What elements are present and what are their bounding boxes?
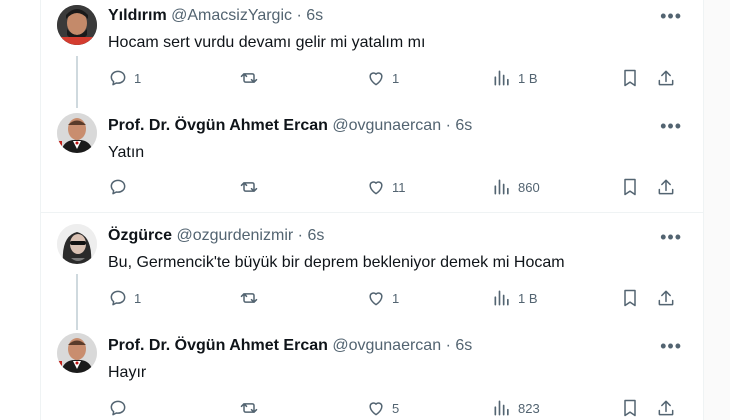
like-button[interactable]: 1: [366, 67, 399, 89]
reply-button[interactable]: [108, 397, 134, 419]
repost-button[interactable]: [239, 287, 265, 309]
action-bar: 1 1 1 B: [108, 67, 684, 89]
reply-icon: [110, 400, 126, 416]
repost-icon: [240, 403, 258, 413]
bookmark-icon: [624, 69, 636, 87]
post-yildirim[interactable]: Yıldırım @AmacsizYargic · 6s ••• Hocam s…: [40, 0, 704, 105]
post-time[interactable]: 6s: [307, 227, 324, 244]
reply-icon: [110, 70, 126, 86]
post-time[interactable]: 6s: [455, 117, 472, 134]
repost-button[interactable]: [239, 67, 265, 89]
share-icon: [658, 70, 674, 86]
reply-icon: [110, 290, 126, 306]
views-icon: [494, 290, 509, 306]
more-options-icon[interactable]: •••: [660, 227, 682, 248]
post-time[interactable]: 6s: [455, 337, 472, 354]
avatar[interactable]: [57, 333, 97, 373]
like-button[interactable]: 5: [366, 397, 399, 419]
like-button[interactable]: 11: [366, 176, 406, 198]
user-handle[interactable]: @ovgunaercan: [332, 337, 441, 354]
display-name[interactable]: Prof. Dr. Övgün Ahmet Ercan: [108, 337, 328, 354]
more-options-icon[interactable]: •••: [660, 116, 682, 137]
repost-icon: [240, 73, 258, 83]
bookmark-icon: [624, 399, 636, 417]
page-edge: [704, 0, 730, 420]
reply-icon: [110, 179, 126, 195]
display-name[interactable]: Prof. Dr. Övgün Ahmet Ercan: [108, 117, 328, 134]
share-button[interactable]: [656, 287, 676, 309]
views-icon: [494, 70, 509, 86]
separator-dot: ·: [297, 227, 303, 244]
views-button[interactable]: 1 B: [492, 287, 538, 309]
views-button[interactable]: 1 B: [492, 67, 538, 89]
like-count: 1: [392, 290, 400, 306]
post-header: Özgürce @ozgurdenizmir · 6s: [108, 227, 324, 245]
reply-count: 1: [134, 70, 142, 86]
like-icon: [369, 402, 383, 416]
post-ozgurce[interactable]: Özgürce @ozgurdenizmir · 6s ••• Bu, Germ…: [40, 213, 704, 323]
post-header: Yıldırım @AmacsizYargic · 6s: [108, 7, 323, 25]
display-name[interactable]: Yıldırım: [108, 7, 167, 24]
bookmark-button[interactable]: [620, 397, 640, 419]
repost-button[interactable]: [239, 397, 265, 419]
repost-icon: [240, 293, 258, 303]
separator-dot: ·: [296, 7, 302, 24]
user-handle[interactable]: @ovgunaercan: [332, 117, 441, 134]
views-count: 1 B: [518, 290, 538, 306]
separator-dot: ·: [445, 337, 451, 354]
post-text: Bu, Germencik'te büyük bir deprem beklen…: [108, 254, 565, 271]
more-options-icon[interactable]: •••: [660, 336, 682, 357]
action-bar: 5 823: [108, 397, 684, 419]
more-options-icon[interactable]: •••: [660, 6, 682, 27]
like-icon: [369, 181, 383, 195]
post-text: Hayır: [108, 364, 147, 381]
post-text: Yatın: [108, 144, 145, 161]
post-header: Prof. Dr. Övgün Ahmet Ercan @ovgunaercan…: [108, 337, 472, 355]
views-button[interactable]: 823: [492, 397, 540, 419]
bookmark-button[interactable]: [620, 287, 640, 309]
like-icon: [369, 292, 383, 306]
reply-button[interactable]: 1: [108, 67, 141, 89]
action-bar: 1 1 1 B: [108, 287, 684, 309]
views-count: 860: [518, 179, 540, 195]
bookmark-button[interactable]: [620, 67, 640, 89]
post-time[interactable]: 6s: [306, 7, 323, 24]
post-ovgunaercan-reply[interactable]: Prof. Dr. Övgün Ahmet Ercan @ovgunaercan…: [40, 323, 704, 420]
post-header: Prof. Dr. Övgün Ahmet Ercan @ovgunaercan…: [108, 117, 472, 135]
bookmark-icon: [624, 289, 636, 307]
share-button[interactable]: [656, 176, 676, 198]
avatar[interactable]: [57, 113, 97, 153]
bookmark-button[interactable]: [620, 176, 640, 198]
repost-button[interactable]: [239, 176, 265, 198]
action-bar: 11 860: [108, 176, 684, 198]
separator-dot: ·: [445, 117, 451, 134]
share-button[interactable]: [656, 67, 676, 89]
views-count: 1 B: [518, 70, 538, 86]
reply-count: 1: [134, 290, 142, 306]
like-icon: [369, 72, 383, 86]
share-icon: [658, 290, 674, 306]
like-count: 1: [392, 70, 400, 86]
repost-icon: [240, 182, 258, 192]
avatar[interactable]: [57, 5, 97, 45]
share-icon: [658, 400, 674, 416]
views-button[interactable]: 860: [492, 176, 540, 198]
like-button[interactable]: 1: [366, 287, 399, 309]
reply-button[interactable]: 1: [108, 287, 141, 309]
bookmark-icon: [624, 178, 636, 196]
display-name[interactable]: Özgürce: [108, 227, 172, 244]
avatar[interactable]: [57, 224, 97, 264]
views-count: 823: [518, 400, 540, 416]
post-ovgunaercan[interactable]: Prof. Dr. Övgün Ahmet Ercan @ovgunaercan…: [40, 105, 704, 210]
reply-button[interactable]: [108, 176, 134, 198]
user-handle[interactable]: @AmacsizYargic: [171, 7, 292, 24]
views-icon: [494, 400, 509, 416]
like-count: 5: [392, 400, 400, 416]
share-button[interactable]: [656, 397, 676, 419]
share-icon: [658, 179, 674, 195]
views-icon: [494, 179, 509, 195]
like-count: 11: [392, 179, 406, 195]
post-text: Hocam sert vurdu devamı gelir mi yatalım…: [108, 34, 426, 51]
user-handle[interactable]: @ozgurdenizmir: [176, 227, 293, 244]
